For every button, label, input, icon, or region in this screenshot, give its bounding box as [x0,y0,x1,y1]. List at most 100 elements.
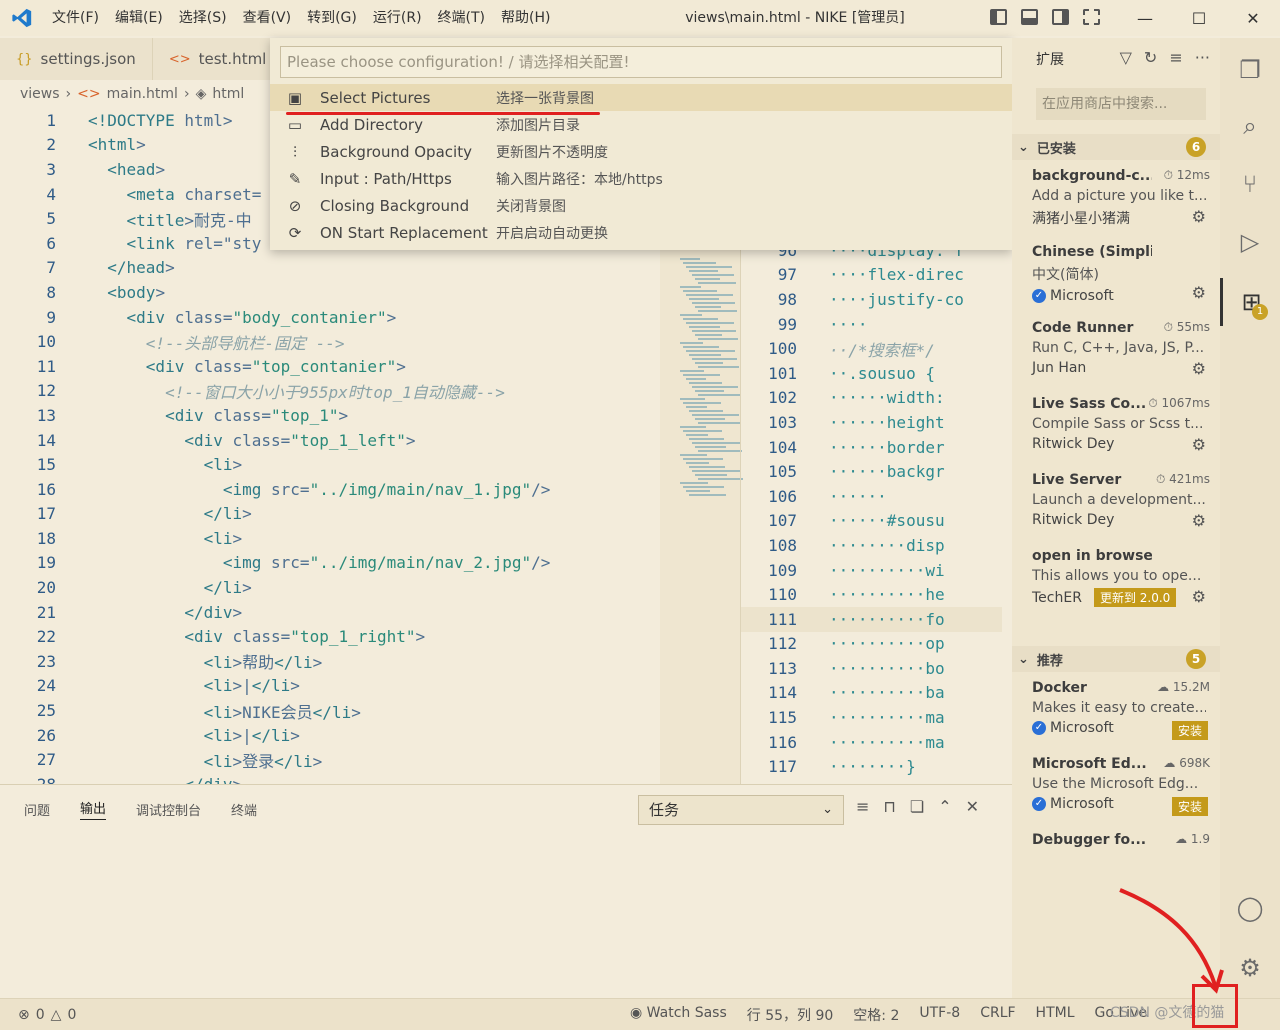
minimap-line [683,486,724,488]
code-text: <div class="body_contanier"> [126,307,397,327]
menu-view[interactable]: 查看(V) [235,0,300,36]
customize-layout-icon[interactable] [1083,9,1100,25]
quick-pick-item-closing-background[interactable]: ⊘ Closing Background 关闭背景图 [270,192,1012,219]
toggle-panel-icon[interactable] [1021,9,1038,25]
chevron-down-icon: ⌄ [822,802,833,817]
quick-pick-list: ▣ Select Pictures 选择一张背景图 ▭ Add Director… [270,84,1012,246]
toggle-secondary-sidebar-icon[interactable] [1052,9,1069,25]
update-button[interactable]: 更新到 2.0.0 [1093,588,1177,607]
recommended-section-header[interactable]: ⌄ 推荐 5 [1012,646,1220,672]
line-number: 98 [777,289,797,309]
manage-gear-icon[interactable]: ⚙ [1192,435,1206,454]
language-mode[interactable]: HTML [1036,1005,1075,1025]
minimize-button[interactable]: — [1118,0,1172,36]
tab-settings-json[interactable]: {} settings.json [0,38,153,80]
install-button[interactable]: 安装 [1171,721,1208,740]
indentation-status[interactable]: 空格: 2 [853,1005,899,1025]
cursor-position[interactable]: 行 55，列 90 [747,1005,834,1025]
close-panel-icon[interactable]: ✕ [966,797,979,816]
maximize-button[interactable]: ☐ [1172,0,1226,36]
code-text: <title>耐克-中 [126,210,252,230]
manage-gear-icon[interactable]: ⚙ [1192,207,1206,226]
menu-terminal[interactable]: 终端(T) [430,0,493,36]
maximize-panel-icon[interactable]: ⌃ [938,797,951,816]
extension-search-input[interactable]: 在应用商店中搜索... [1036,88,1206,120]
code-line: 98 ····justify-co [741,287,1002,312]
quick-pick-item-input-path[interactable]: ✎ Input : Path/Https 输入图片路径：本地/https [270,165,1012,192]
clear-icon[interactable]: ≡ [1169,48,1182,67]
menu-help[interactable]: 帮助(H) [493,0,558,36]
toggle-sidebar-icon[interactable] [990,9,1007,25]
extensions-icon[interactable]: ⊞ 1 [1220,278,1280,326]
tab-output[interactable]: 输出 [80,798,107,820]
extension-item[interactable]: Chinese (Simplified) (... 中文(简体) ✓ Microsof… [1012,236,1220,312]
code-text: ··········bo [829,658,945,678]
encoding-status[interactable]: UTF-8 [919,1005,960,1025]
eol-status[interactable]: CRLF [980,1005,1015,1025]
code-editor-secondary[interactable]: 96 ····display: f 97 ····flex-direc 98 ····ju… [740,238,1002,784]
search-icon[interactable]: ⌕ [1220,102,1280,150]
breadcrumb-symbol[interactable]: html [212,86,244,102]
line-number: 26 [36,725,56,745]
line-number: 106 [768,486,797,506]
output-channel-select[interactable]: 任务 ⌄ [638,795,844,825]
menu-selection[interactable]: 选择(S) [171,0,235,36]
extension-item[interactable]: background-c... ⏱ 12ms Add a picture you l… [1012,160,1220,236]
item-label: Closing Background [320,196,470,215]
tab-problems[interactable]: 问题 [24,800,50,819]
source-control-icon[interactable]: ⑂ [1220,160,1280,208]
refresh-icon[interactable]: ↻ [1144,48,1157,67]
download-count: ☁ 1.9 [1175,832,1210,846]
activation-time: ⏱ 12ms [1163,168,1210,182]
code-line: 104 ······border [741,435,1002,460]
problems-status[interactable]: ⊗ 0 △ 0 [18,1007,76,1023]
installed-section-header[interactable]: ⌄ 已安装 6 [1012,134,1220,160]
menu-edit[interactable]: 编辑(E) [107,0,171,36]
extension-item[interactable]: Microsoft Ed... ☁ 698K Use the Microsoft E… [1012,748,1220,824]
quick-pick-item-add-directory[interactable]: ▭ Add Directory 添加图片目录 [270,111,1012,138]
quick-pick-item-select-pictures[interactable]: ▣ Select Pictures 选择一张背景图 [270,84,1012,111]
extension-item[interactable]: open in browser This allows you to ope...… [1012,540,1220,616]
copy-icon[interactable]: ❏ [910,797,924,816]
tab-debug-console[interactable]: 调试控制台 [136,800,201,819]
minimap-line [695,306,721,308]
more-icon[interactable]: ··· [1195,48,1210,67]
publisher-name: Microsoft [1050,796,1114,812]
minimap-line [698,282,736,284]
breadcrumb-file[interactable]: main.html [107,86,178,102]
menu-file[interactable]: 文件(F) [44,0,107,36]
extension-item[interactable]: Code Runner ⏱ 55ms Run C, C++, Java, JS, P… [1012,312,1220,388]
menu-go[interactable]: 转到(G) [299,0,365,36]
manage-gear-icon[interactable]: ⚙ [1192,511,1206,530]
filter-icon[interactable]: ▽ [1120,48,1132,67]
code-line: 12 <!--窗口大小小于955px时top_1自动隐藏--> [0,379,660,404]
run-debug-icon[interactable]: ▷ [1220,218,1280,266]
quick-pick-input[interactable]: Please choose configuration! / 请选择相关配置! [280,46,1002,78]
clear-output-icon[interactable]: ≡ [856,797,869,816]
minimap-line [680,314,702,316]
extension-item[interactable]: Docker ☁ 15.2M Makes it easy to create... ✓… [1012,672,1220,748]
close-button[interactable]: ✕ [1226,0,1280,36]
tab-label: settings.json [40,50,136,68]
code-text: <head> [107,159,166,179]
extension-item[interactable]: Live Sass Co... ⏱ 1067ms Compile Sass or S… [1012,388,1220,464]
manage-gear-icon[interactable]: ⚙ [1192,359,1206,378]
lock-icon[interactable]: ⊓ [883,797,895,816]
code-line: 97 ····flex-direc [741,263,1002,288]
manage-gear-icon[interactable]: ⚙ [1192,587,1206,606]
explorer-icon[interactable]: ❐ [1220,46,1280,94]
code-text: ······border [829,437,945,457]
extension-description: 中文(简体) [1032,267,1099,283]
install-button[interactable]: 安装 [1171,797,1208,816]
quick-pick-item-background-opacity[interactable]: ⫶ Background Opacity 更新图片不透明度 [270,138,1012,165]
extension-item[interactable]: Live Server ⏱ 421ms Launch a development..… [1012,464,1220,540]
manage-gear-icon[interactable]: ⚙ [1192,283,1206,302]
watch-sass-status[interactable]: ◉ Watch Sass [630,1005,727,1025]
breadcrumb-folder[interactable]: views [20,86,60,102]
menu-run[interactable]: 运行(R) [365,0,430,36]
tab-terminal[interactable]: 终端 [231,800,257,819]
line-number: 27 [36,750,56,770]
quick-pick-item-on-start-replacement[interactable]: ⟳ ON Start Replacement 开启启动自动更换 [270,219,1012,246]
tab-test-html[interactable]: <> test.html [153,38,284,80]
line-number: 24 [36,676,56,696]
